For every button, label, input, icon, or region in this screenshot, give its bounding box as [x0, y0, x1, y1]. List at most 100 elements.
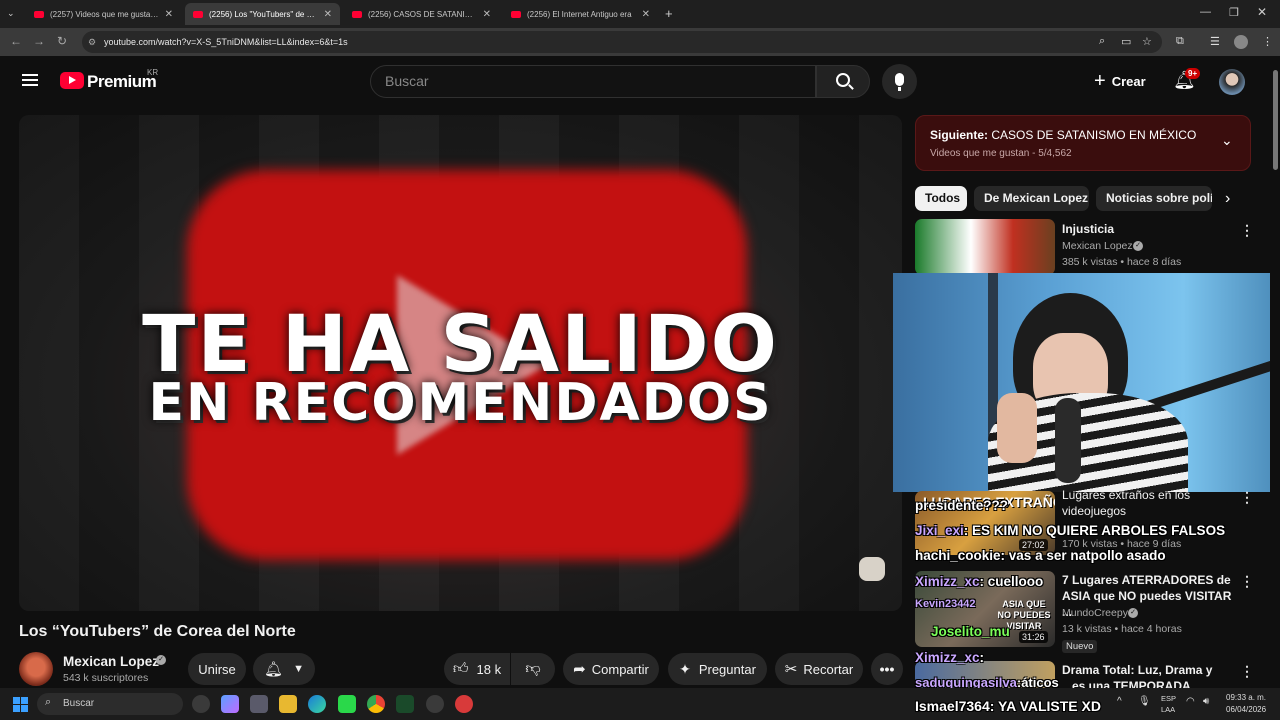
browser-menu-icon[interactable]: ⋮ [1262, 35, 1273, 48]
close-tab-icon[interactable]: ✕ [483, 9, 491, 20]
chip-from-channel[interactable]: De Mexican Lopez [974, 186, 1089, 211]
more-vertical-icon[interactable]: ⋮ [1240, 222, 1254, 239]
tab-current-video[interactable]: (2256) Los "YouTubers" de Core ✕ [185, 3, 340, 25]
chat-message: presidente??? [915, 498, 1008, 513]
copilot-icon[interactable] [221, 695, 239, 713]
dog-sticker-icon [859, 557, 885, 581]
clock-time[interactable]: 09:33 a. m. [1226, 693, 1266, 702]
close-tab-icon[interactable]: ✕ [165, 9, 173, 20]
search-input[interactable]: Buscar [370, 65, 816, 98]
taskbar-search[interactable]: ⌕ Buscar [37, 693, 183, 715]
chip-all[interactable]: Todos [915, 186, 967, 211]
language-secondary[interactable]: LAA [1161, 705, 1175, 714]
store-icon[interactable] [250, 695, 268, 713]
clip-button[interactable]: ✂ Recortar [775, 653, 863, 685]
wifi-icon[interactable]: ◠ [1186, 696, 1195, 707]
widgets-icon[interactable] [192, 695, 210, 713]
subscribe-notify-button[interactable]: 🔔︎ ▼ [253, 653, 315, 685]
more-actions-button[interactable]: ••• [871, 653, 903, 685]
notifications-button[interactable]: 🔔︎ 9+ [1173, 68, 1201, 92]
tray-mic-icon[interactable]: 🎙︎ [1138, 696, 1151, 707]
more-horizontal-icon: ••• [879, 661, 895, 677]
user-avatar[interactable] [1219, 69, 1245, 95]
tab-videos-liked[interactable]: (2257) Videos que me gustan - ✕ [26, 3, 181, 25]
chevron-down-icon: ▼ [293, 663, 304, 675]
chrome-icon[interactable] [367, 695, 385, 713]
more-vertical-icon[interactable]: ⋮ [1240, 663, 1254, 680]
related-channel[interactable]: MundoCreepy [1062, 607, 1128, 619]
tab-internet-antiguo[interactable]: (2256) El Internet Antiguo era ✕ [503, 3, 658, 25]
minimize-icon[interactable]: — [1200, 6, 1211, 18]
chat-user: Joselito_mu [931, 624, 1010, 639]
url-field[interactable]: ⚙ youtube.com/watch?v=X-S_5TniDNM&list=L… [82, 31, 1162, 53]
search-button[interactable] [816, 65, 870, 98]
youtube-premium-logo[interactable]: Premium [87, 72, 157, 92]
like-button[interactable]: 👍︎ 18 k [444, 653, 510, 685]
new-tab-icon[interactable]: + [665, 6, 673, 21]
excel-icon[interactable] [396, 695, 414, 713]
related-thumbnail[interactable] [915, 219, 1055, 275]
chat-text: : ES KIM NO QUIERE ARBOLES FALSOS [963, 523, 1226, 538]
more-vertical-icon[interactable]: ⋮ [1240, 573, 1254, 590]
bookmark-star-icon[interactable]: ☆ [1142, 35, 1152, 48]
profile-avatar-icon[interactable] [1234, 35, 1248, 49]
volume-icon[interactable]: 🔊︎ [1203, 696, 1209, 707]
clock-date[interactable]: 06/04/2026 [1226, 705, 1266, 714]
youtube-logo-icon[interactable] [60, 72, 84, 89]
windows-start-icon[interactable] [13, 697, 28, 712]
extensions-icon[interactable]: ⧉ [1176, 35, 1184, 48]
verified-icon: ✓ [1133, 241, 1143, 251]
app-icon[interactable] [455, 695, 473, 713]
maximize-icon[interactable]: ❐ [1229, 6, 1239, 19]
tab-title: (2256) El Internet Antiguo era [527, 9, 632, 19]
chat-user: Ximizz_xc [915, 574, 980, 589]
ask-button[interactable]: ✦ Preguntar [668, 653, 767, 685]
more-vertical-icon[interactable]: ⋮ [1240, 489, 1254, 506]
reload-icon[interactable]: ↻ [57, 34, 67, 48]
file-explorer-icon[interactable] [279, 695, 297, 713]
language-primary[interactable]: ESP [1161, 694, 1176, 703]
channel-avatar[interactable] [19, 652, 53, 686]
close-tab-icon[interactable]: ✕ [642, 9, 650, 20]
voice-search-button[interactable] [882, 64, 917, 99]
verified-icon: ✓ [1128, 608, 1138, 618]
related-title[interactable]: Lugares extraños en los videojuegos [1062, 487, 1232, 519]
chat-text: : cuellooo [979, 574, 1044, 589]
cast-icon[interactable]: ▭ [1121, 35, 1131, 48]
back-icon[interactable]: ← [10, 34, 22, 48]
tray-chevron-up-icon[interactable]: ^ [1117, 696, 1122, 707]
overlay-text-line2: EN RECOMENDADOS [148, 373, 773, 433]
chevron-down-icon[interactable]: ⌄ [1221, 132, 1233, 149]
chat-message: Kevin23442 [915, 598, 976, 610]
media-controls-icon[interactable]: ☰ [1210, 35, 1220, 48]
edge-icon[interactable] [308, 695, 326, 713]
kick-icon[interactable] [338, 695, 356, 713]
page-scrollbar[interactable] [1270, 56, 1280, 688]
obs-icon[interactable] [426, 695, 444, 713]
chat-message: Joselito_mu [931, 624, 1010, 639]
dislike-button[interactable]: 👎︎ [511, 653, 555, 685]
site-info-icon[interactable]: ⚙ [88, 31, 96, 53]
tab-satanismo[interactable]: (2256) CASOS DE SATANISMO ✕ [344, 3, 499, 25]
share-button[interactable]: ➦ Compartir [563, 653, 659, 685]
hamburger-menu-icon[interactable] [22, 74, 38, 86]
thumbs-down-icon: 👎︎ [525, 660, 541, 677]
create-button[interactable]: + Crear [1088, 70, 1146, 92]
chevron-right-icon[interactable]: › [1225, 190, 1230, 208]
related-title[interactable]: Injusticia [1062, 221, 1232, 237]
zoom-icon[interactable]: ⌕ [1099, 35, 1105, 48]
close-window-icon[interactable]: ✕ [1257, 5, 1267, 19]
chat-user: Jixi_exi [915, 523, 964, 538]
related-title[interactable]: Drama Total: Luz, Drama y ...es una TEMP… [1062, 662, 1232, 688]
playlist-panel[interactable]: Siguiente: CASOS DE SATANISMO EN MÉXICO … [915, 115, 1251, 171]
channel-name[interactable]: Mexican Lopez [63, 654, 159, 669]
tab-search-icon[interactable]: ⌄ [7, 8, 15, 19]
video-player[interactable]: TE HA SALIDO EN RECOMENDADOS [19, 115, 902, 611]
chip-news[interactable]: Noticias sobre polí [1096, 186, 1212, 211]
close-tab-icon[interactable]: ✕ [324, 9, 332, 20]
join-button[interactable]: Unirse [188, 653, 246, 685]
related-channel[interactable]: Mexican Lopez [1062, 240, 1133, 252]
scrollbar-thumb[interactable] [1273, 70, 1278, 170]
chat-user: Ximizz_xc [915, 650, 980, 665]
forward-icon[interactable]: → [33, 34, 45, 48]
